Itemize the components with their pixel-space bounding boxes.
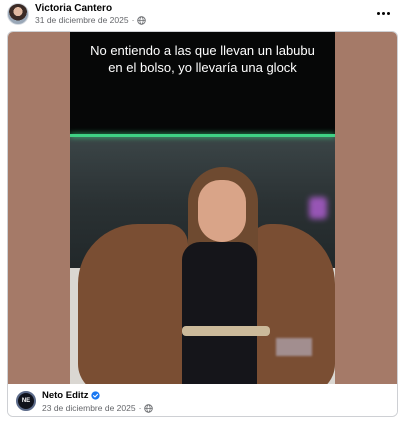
blurred-area	[276, 338, 312, 356]
fur-coat-left	[78, 224, 188, 384]
source-meta-separator: ·	[138, 403, 142, 413]
post-date[interactable]: 31 de diciembre de 2025	[35, 15, 129, 25]
source-name-row: Neto Editz	[42, 390, 101, 401]
verified-badge-icon	[91, 391, 101, 400]
source-meta: 23 de diciembre de 2025 ·	[42, 403, 154, 413]
video-frame[interactable]: No entiendo a las que llevan un labubu e…	[70, 32, 335, 384]
source-avatar[interactable]: NE	[16, 391, 36, 411]
person-outfit	[182, 242, 257, 384]
video-caption: No entiendo a las que llevan un labubu e…	[90, 43, 315, 75]
fur-coat-right	[250, 224, 335, 384]
more-options-button[interactable]	[374, 6, 392, 20]
more-horizontal-icon	[376, 11, 380, 15]
source-attribution: NE Neto Editz 23 de diciembre de 2025 ·	[8, 384, 397, 416]
source-name[interactable]: Neto Editz	[42, 390, 88, 401]
source-date[interactable]: 23 de diciembre de 2025	[42, 403, 136, 413]
author-name[interactable]: Victoria Cantero	[35, 3, 112, 14]
meta-separator: ·	[131, 15, 135, 25]
belt	[182, 326, 270, 336]
post-header: Victoria Cantero 31 de diciembre de 2025…	[0, 0, 400, 30]
post-meta: 31 de diciembre de 2025 ·	[35, 15, 147, 25]
shared-video[interactable]: No entiendo a las que llevan un labubu e…	[8, 32, 397, 384]
globe-icon	[144, 403, 154, 413]
person-face	[198, 180, 246, 242]
globe-icon	[137, 15, 147, 25]
author-avatar[interactable]	[7, 3, 29, 25]
neon-light-strip	[70, 134, 335, 137]
shared-post-card[interactable]: No entiendo a las que llevan un labubu e…	[7, 31, 398, 417]
